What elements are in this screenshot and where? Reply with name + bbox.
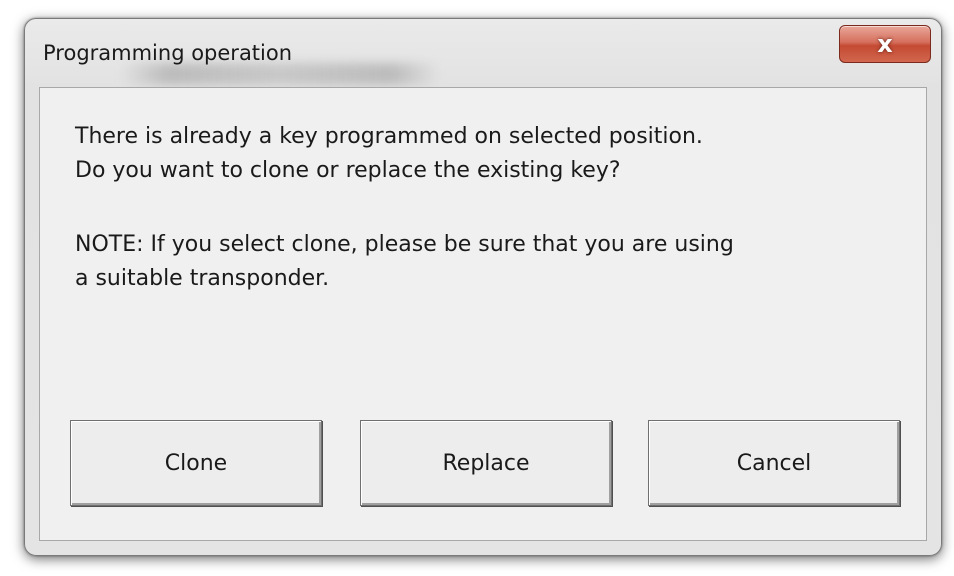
title-bar[interactable]: Programming operation x	[25, 19, 941, 91]
close-icon: x	[877, 30, 893, 58]
note-line-2: a suitable transponder.	[75, 266, 330, 291]
blurred-background-title	[120, 63, 440, 85]
message-line-2: Do you want to clone or replace the exis…	[75, 158, 621, 183]
close-button[interactable]: x	[839, 25, 931, 63]
replace-button[interactable]: Replace	[360, 420, 612, 506]
dialog-window: Programming operation x There is already…	[24, 18, 942, 556]
note-line-1: NOTE: If you select clone, please be sur…	[75, 232, 734, 257]
message-line-1: There is already a key programmed on sel…	[75, 124, 703, 149]
dialog-body: There is already a key programmed on sel…	[39, 87, 927, 541]
dialog-title: Programming operation	[43, 41, 293, 65]
cancel-button[interactable]: Cancel	[648, 420, 900, 506]
clone-button[interactable]: Clone	[70, 420, 322, 506]
